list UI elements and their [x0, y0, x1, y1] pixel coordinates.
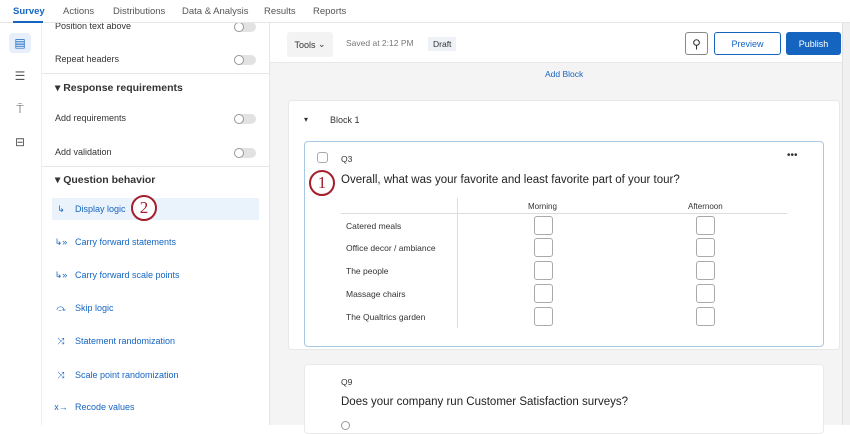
add-requirements-label: Add requirements [55, 113, 126, 123]
tab-distributions[interactable]: Distributions [113, 6, 165, 17]
repeat-headers-toggle[interactable] [234, 55, 256, 65]
collapse-block-icon[interactable]: ▾ [304, 115, 308, 124]
matrix-checkbox-morning[interactable] [534, 261, 553, 280]
matrix-header-line [341, 213, 787, 214]
scale-point-randomization-item[interactable]: ⤨ Scale point randomization [52, 364, 259, 386]
question-id: Q3 [341, 154, 352, 164]
skip-logic-item[interactable]: ⤼ Skip logic [52, 297, 259, 319]
settings-sliders-icon[interactable]: ⊟ [9, 132, 31, 152]
tools-label: Tools [294, 40, 315, 50]
draft-badge: Draft [428, 37, 456, 51]
divider [42, 166, 270, 167]
statement-randomization-item[interactable]: ⤨ Statement randomization [52, 330, 259, 352]
column-header: Afternoon [688, 202, 723, 211]
matrix-checkbox-afternoon[interactable] [696, 307, 715, 326]
carry-forward-statements-item[interactable]: ↳» Carry forward statements [52, 231, 259, 253]
add-requirements-toggle[interactable] [234, 114, 256, 124]
annotation-1: 1 [309, 170, 335, 196]
question-select-checkbox[interactable] [317, 152, 328, 163]
tab-results[interactable]: Results [264, 6, 296, 17]
matrix-checkbox-morning[interactable] [534, 216, 553, 235]
carry-forward-scale-points-label: Carry forward scale points [75, 270, 180, 280]
matrix-row-label: The Qualtrics garden [346, 312, 425, 322]
matrix-checkbox-afternoon[interactable] [696, 238, 715, 257]
scrollbar[interactable] [842, 23, 850, 425]
skip-logic-label: Skip logic [75, 303, 114, 313]
carry-forward-icon: ↳» [52, 237, 70, 248]
question-settings-sidebar: Position text above Repeat headers ▾ Res… [42, 23, 270, 425]
question-text[interactable]: Overall, what was your favorite and leas… [341, 174, 680, 186]
question-behavior-label: Question behavior [63, 174, 155, 186]
matrix-checkbox-afternoon[interactable] [696, 261, 715, 280]
block-title: Block 1 [330, 115, 360, 125]
matrix-checkbox-morning[interactable] [534, 284, 553, 303]
top-nav: Survey Actions Distributions Data & Anal… [0, 0, 850, 23]
search-icon: ⚲ [692, 37, 701, 51]
recode-values-item[interactable]: x→ Recode values [52, 396, 259, 418]
blocks-icon[interactable]: ☰ [9, 66, 31, 86]
skip-logic-icon: ⤼ [52, 303, 70, 314]
matrix-row-label: The people [346, 266, 389, 276]
response-requirements-header[interactable]: ▾ Response requirements [55, 82, 183, 94]
tab-data-analysis[interactable]: Data & Analysis [182, 6, 249, 17]
shuffle-icon: ⤨ [52, 370, 70, 381]
active-tab-indicator [13, 21, 43, 23]
response-requirements-label: Response requirements [63, 82, 183, 94]
chevron-down-icon: ⌄ [318, 39, 326, 50]
carry-forward-icon: ↳» [52, 270, 70, 281]
statement-randomization-label: Statement randomization [75, 336, 175, 346]
search-button[interactable]: ⚲ [685, 32, 708, 55]
carry-forward-statements-label: Carry forward statements [75, 237, 176, 247]
matrix-row-label: Massage chairs [346, 289, 406, 299]
display-logic-icon: ↳ [52, 204, 70, 215]
publish-button[interactable]: Publish [786, 32, 841, 55]
tab-survey[interactable]: Survey [13, 6, 45, 17]
survey-clipboard-icon[interactable]: ▤ [9, 33, 31, 53]
tab-reports[interactable]: Reports [313, 6, 346, 17]
matrix-checkbox-afternoon[interactable] [696, 284, 715, 303]
add-validation-label: Add validation [55, 147, 112, 157]
add-block-link[interactable]: Add Block [545, 69, 583, 79]
paint-roller-icon[interactable]: ⍑ [9, 99, 31, 119]
repeat-headers-label: Repeat headers [55, 54, 119, 64]
question-id: Q9 [341, 377, 352, 387]
preview-button[interactable]: Preview [714, 32, 781, 55]
matrix-checkbox-afternoon[interactable] [696, 216, 715, 235]
scale-point-randomization-label: Scale point randomization [75, 370, 179, 380]
icon-rail: ▤ ☰ ⍑ ⊟ [0, 23, 42, 425]
more-options-icon[interactable]: ••• [787, 150, 798, 161]
question-behavior-header[interactable]: ▾ Question behavior [55, 174, 155, 186]
display-logic-label: Display logic [75, 204, 126, 214]
position-text-above-toggle[interactable] [234, 23, 256, 32]
column-header: Morning [528, 202, 557, 211]
question-text[interactable]: Does your company run Customer Satisfact… [341, 396, 628, 408]
position-text-above-label: Position text above [55, 23, 131, 31]
tab-actions[interactable]: Actions [63, 6, 94, 17]
matrix-row-label: Office decor / ambiance [346, 243, 436, 253]
add-validation-toggle[interactable] [234, 148, 256, 158]
matrix-checkbox-morning[interactable] [534, 307, 553, 326]
recode-values-label: Recode values [75, 402, 135, 412]
radio-option[interactable] [341, 421, 350, 430]
shuffle-icon: ⤨ [52, 336, 70, 347]
tools-dropdown[interactable]: Tools ⌄ [287, 32, 333, 57]
editor-toolbar: Tools ⌄ Saved at 2:12 PM Draft ⚲ Preview… [270, 23, 842, 63]
annotation-2: 2 [131, 195, 157, 221]
carry-forward-scale-points-item[interactable]: ↳» Carry forward scale points [52, 264, 259, 286]
matrix-divider [457, 198, 458, 328]
recode-icon: x→ [52, 402, 70, 412]
saved-status: Saved at 2:12 PM [346, 38, 414, 48]
matrix-row-label: Catered meals [346, 221, 401, 231]
matrix-checkbox-morning[interactable] [534, 238, 553, 257]
divider [42, 73, 270, 74]
